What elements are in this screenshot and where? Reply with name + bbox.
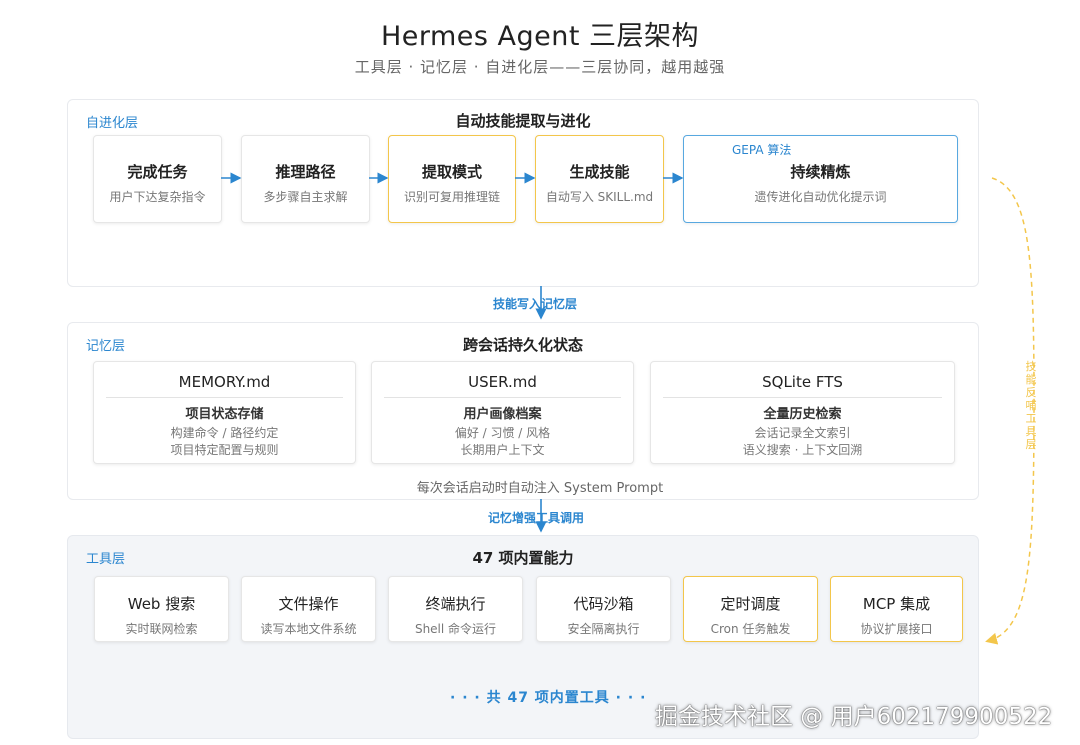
connector-arrows (221, 172, 1035, 645)
feedback-label: 技能反哺工具层 (1025, 360, 1037, 451)
watermark: 掘金技术社区 @ 用户602179900522 (655, 704, 1053, 730)
